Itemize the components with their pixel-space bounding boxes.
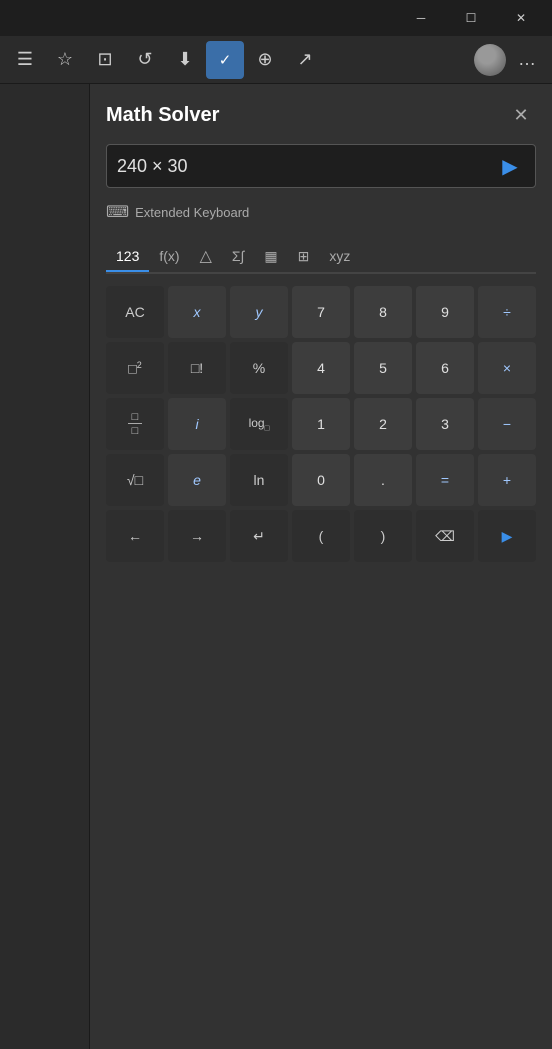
sidebar-toggle-icon: ☰ [17, 49, 33, 70]
calc-submit-nav[interactable]: ▶ [478, 510, 536, 562]
tab-fx[interactable]: f(x) [149, 242, 189, 272]
left-sidebar [0, 84, 90, 1049]
tab-matrix[interactable]: ⊞ [288, 242, 320, 273]
send-button[interactable]: ↗ [286, 41, 324, 79]
calc-sqrt[interactable]: √□ [106, 454, 164, 506]
calculator-grid: AC x y 7 8 9 ÷ □2 □! % 4 5 6 × □ □ i log… [106, 286, 536, 562]
screenshot-button[interactable]: ⊡ [86, 41, 124, 79]
calc-dot[interactable]: . [354, 454, 412, 506]
solver-close-button[interactable]: ✕ [506, 100, 536, 130]
calc-0[interactable]: 0 [292, 454, 350, 506]
tab-sigma-label: Σ∫ [232, 248, 245, 264]
calc-equals[interactable]: = [416, 454, 474, 506]
share-button[interactable]: ⊕ [246, 41, 284, 79]
sidebar-toggle-button[interactable]: ☰ [6, 41, 44, 79]
browser-toolbar: ☰ ☆ ⊡ ↺ ⬇ ✓ ⊕ ↗ … [0, 36, 552, 84]
minimize-button[interactable]: ─ [398, 0, 444, 36]
window-close-button[interactable]: ✕ [498, 0, 544, 36]
math-solver-icon: ✓ [219, 51, 232, 69]
calc-7[interactable]: 7 [292, 286, 350, 338]
tab-triangle[interactable]: △ [190, 240, 222, 274]
screenshot-icon: ⊡ [97, 49, 112, 70]
math-solver-panel: Math Solver ✕ ▶ ⌨ Extended Keyboard 123 … [90, 84, 552, 1049]
calc-1[interactable]: 1 [292, 398, 350, 450]
solver-title: Math Solver [106, 104, 219, 127]
calc-ln[interactable]: ln [230, 454, 288, 506]
submit-icon: ▶ [502, 154, 517, 179]
category-tabs: 123 f(x) △ Σ∫ ▦ ⊞ xyz [106, 240, 536, 274]
calc-minus[interactable]: − [478, 398, 536, 450]
calc-backspace[interactable]: ⌫ [416, 510, 474, 562]
history-icon: ↺ [137, 49, 152, 70]
calc-ac[interactable]: AC [106, 286, 164, 338]
calc-log[interactable]: log□ [230, 398, 288, 450]
calc-4[interactable]: 4 [292, 342, 350, 394]
calc-factorial[interactable]: □! [168, 342, 226, 394]
avatar [474, 44, 506, 76]
download-icon: ⬇ [177, 49, 192, 70]
tab-sigma[interactable]: Σ∫ [222, 242, 255, 272]
tab-123-label: 123 [116, 248, 139, 264]
more-icon: … [518, 49, 536, 70]
calc-9[interactable]: 9 [416, 286, 474, 338]
tab-xyz[interactable]: xyz [319, 242, 360, 272]
calc-lparen[interactable]: ( [292, 510, 350, 562]
maximize-button[interactable]: ☐ [448, 0, 494, 36]
calc-rparen[interactable]: ) [354, 510, 412, 562]
calc-divide[interactable]: ÷ [478, 286, 536, 338]
calc-2[interactable]: 2 [354, 398, 412, 450]
tab-xyz-label: xyz [329, 248, 350, 264]
tab-chart[interactable]: ▦ [254, 242, 287, 273]
tab-123[interactable]: 123 [106, 242, 149, 272]
more-options-button[interactable]: … [508, 41, 546, 79]
tab-chart-label: ▦ [264, 248, 277, 264]
math-input[interactable] [117, 156, 495, 177]
bookmark-icon: ☆ [57, 49, 73, 70]
tab-fx-label: f(x) [159, 248, 179, 264]
input-row: ▶ [106, 144, 536, 188]
main-area: Math Solver ✕ ▶ ⌨ Extended Keyboard 123 … [0, 84, 552, 1049]
user-avatar-button[interactable] [474, 44, 506, 76]
calc-y[interactable]: y [230, 286, 288, 338]
bookmark-button[interactable]: ☆ [46, 41, 84, 79]
calc-right[interactable]: → [168, 510, 226, 562]
title-bar: ─ ☐ ✕ [0, 0, 552, 36]
extended-keyboard-label: Extended Keyboard [135, 205, 249, 220]
calc-plus[interactable]: + [478, 454, 536, 506]
calc-percent[interactable]: % [230, 342, 288, 394]
calc-8[interactable]: 8 [354, 286, 412, 338]
extended-keyboard-button[interactable]: ⌨ Extended Keyboard [106, 198, 249, 226]
calc-5[interactable]: 5 [354, 342, 412, 394]
tab-matrix-label: ⊞ [298, 248, 310, 264]
download-button[interactable]: ⬇ [166, 41, 204, 79]
solver-header: Math Solver ✕ [106, 100, 536, 130]
calc-3[interactable]: 3 [416, 398, 474, 450]
tab-triangle-label: △ [200, 248, 212, 265]
send-icon: ↗ [297, 49, 312, 70]
calc-enter[interactable]: ↵ [230, 510, 288, 562]
math-solver-button[interactable]: ✓ [206, 41, 244, 79]
calc-fraction[interactable]: □ □ [106, 398, 164, 450]
calc-left[interactable]: ← [106, 510, 164, 562]
calc-x[interactable]: x [168, 286, 226, 338]
calc-i[interactable]: i [168, 398, 226, 450]
history-button[interactable]: ↺ [126, 41, 164, 79]
calc-6[interactable]: 6 [416, 342, 474, 394]
calc-square[interactable]: □2 [106, 342, 164, 394]
share-icon: ⊕ [257, 49, 272, 70]
submit-button[interactable]: ▶ [495, 151, 525, 181]
calc-multiply[interactable]: × [478, 342, 536, 394]
keyboard-icon: ⌨ [106, 202, 129, 222]
calc-e[interactable]: e [168, 454, 226, 506]
